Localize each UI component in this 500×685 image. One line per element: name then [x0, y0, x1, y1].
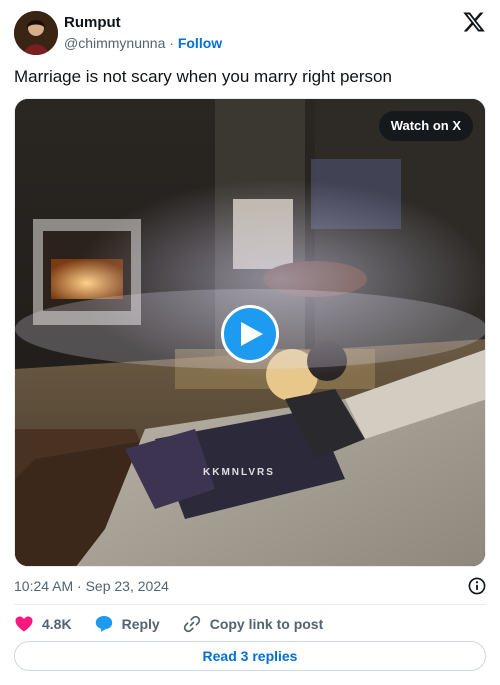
play-icon — [241, 322, 263, 346]
author-handle-row: @chimmynunna · Follow — [64, 34, 222, 53]
author-handle[interactable]: @chimmynunna — [64, 35, 165, 51]
tweet-timestamp[interactable]: 10:24 AM · Sep 23, 2024 — [14, 577, 169, 595]
tweet-header: Rumput @chimmynunna · Follow — [14, 10, 486, 56]
action-divider — [14, 604, 486, 605]
copy-link-label: Copy link to post — [209, 616, 324, 632]
x-logo-icon[interactable] — [462, 10, 486, 34]
info-icon[interactable] — [468, 577, 486, 595]
action-bar: 4.8K Reply Copy link to post — [14, 613, 345, 635]
copy-link-button[interactable]: Copy link to post — [182, 614, 324, 634]
reply-label: Reply — [121, 616, 160, 632]
author-avatar[interactable] — [14, 11, 58, 55]
reply-button[interactable]: Reply — [94, 614, 160, 634]
heart-icon — [15, 616, 33, 632]
link-icon — [183, 615, 200, 633]
handle-separator: · — [169, 35, 174, 51]
play-button[interactable] — [221, 305, 279, 363]
video-player[interactable]: Watch on X KKMNLVRS — [14, 98, 486, 567]
video-watermark: KKMNLVRS — [203, 467, 275, 478]
tweet-embed-card: Rumput @chimmynunna · Follow Marriage is… — [0, 0, 500, 685]
like-count: 4.8K — [42, 616, 72, 632]
follow-link[interactable]: Follow — [178, 35, 222, 51]
like-button[interactable]: 4.8K — [14, 614, 72, 634]
reply-bubble-icon — [95, 616, 112, 632]
tweet-text: Marriage is not scary when you marry rig… — [14, 67, 392, 86]
author-names: Rumput @chimmynunna · Follow — [64, 13, 222, 53]
watch-on-x-button[interactable]: Watch on X — [378, 111, 473, 141]
author-display-name[interactable]: Rumput — [64, 13, 222, 32]
read-replies-button[interactable]: Read 3 replies — [14, 641, 486, 671]
